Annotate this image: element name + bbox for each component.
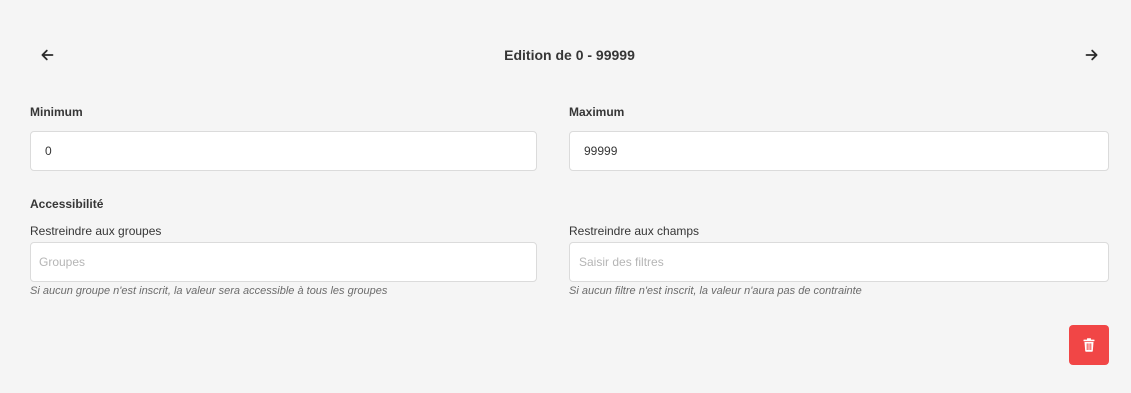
arrow-left-icon <box>41 49 54 61</box>
groups-help-text: Si aucun groupe n'est inscrit, la valeur… <box>30 285 388 297</box>
groups-input[interactable] <box>30 242 537 282</box>
maximum-input[interactable] <box>569 131 1109 171</box>
arrow-right-icon <box>1085 49 1098 61</box>
maximum-label: Maximum <box>569 105 625 119</box>
next-button[interactable] <box>1075 38 1109 72</box>
previous-button[interactable] <box>30 38 64 72</box>
trash-icon <box>1083 338 1095 352</box>
filters-help-text: Si aucun filtre n'est inscrit, la valeur… <box>569 285 862 297</box>
page-header: Edition de 0 - 99999 <box>30 38 1109 72</box>
minimum-label: Minimum <box>30 105 83 119</box>
delete-button[interactable] <box>1069 325 1109 365</box>
groups-label: Restreindre aux groupes <box>30 224 162 238</box>
filters-input[interactable] <box>569 242 1109 282</box>
minimum-input[interactable] <box>30 131 537 171</box>
accessibility-section-title: Accessibilité <box>30 197 104 211</box>
edit-range-page: Edition de 0 - 99999 Minimum Maximum Acc… <box>0 0 1131 393</box>
fields-label: Restreindre aux champs <box>569 224 700 238</box>
page-title: Edition de 0 - 99999 <box>504 47 635 63</box>
